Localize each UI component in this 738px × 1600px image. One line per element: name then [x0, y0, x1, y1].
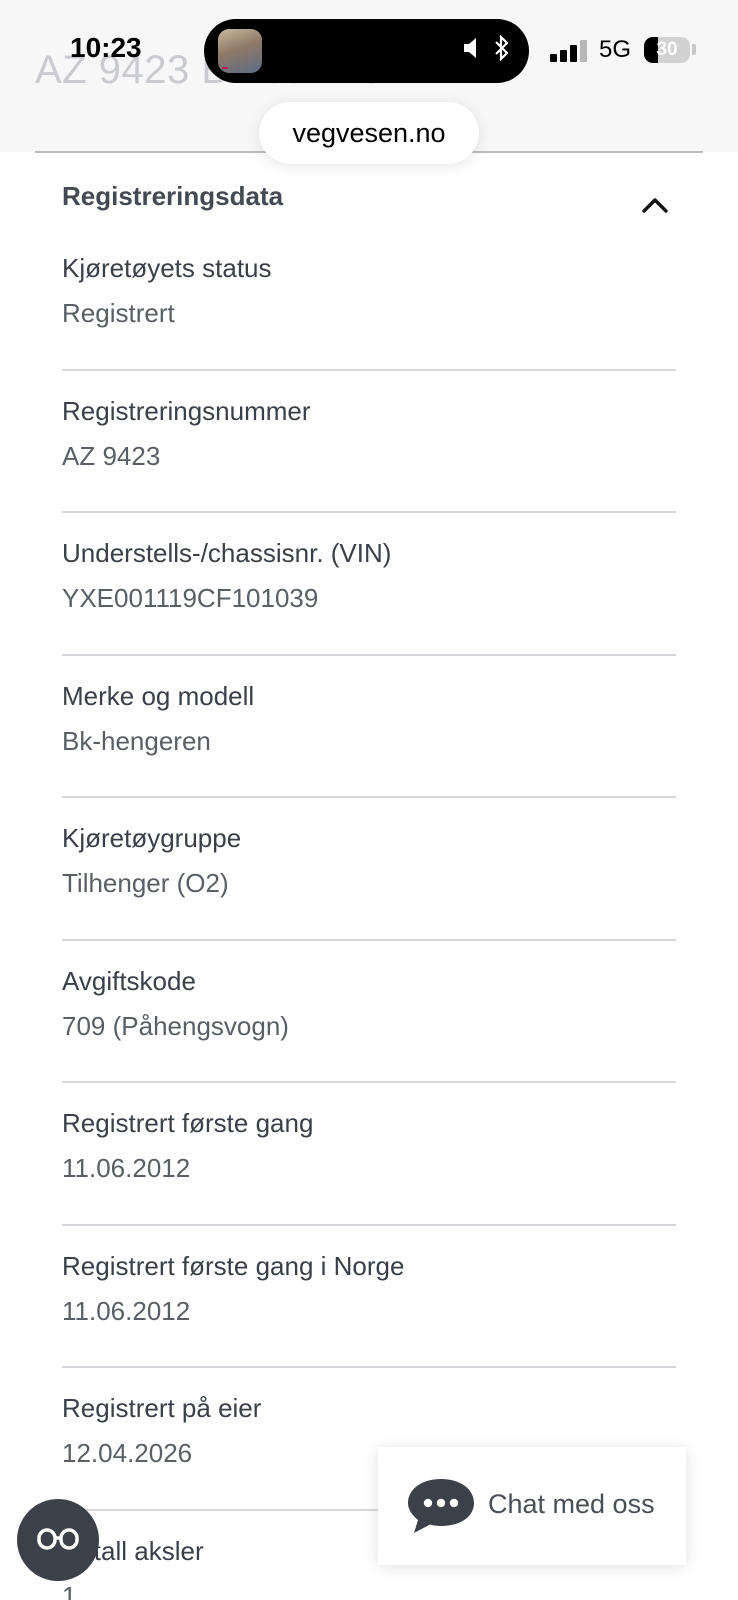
- list-item: Avgiftskode 709 (Påhengsvogn): [62, 941, 676, 1083]
- list-item: Registrert første gang 11.06.2012: [62, 1083, 676, 1226]
- list-item: Registreringsnummer AZ 9423: [62, 371, 676, 513]
- cellular-signal-icon: [550, 40, 588, 62]
- field-label: Registrert første gang: [62, 1108, 314, 1138]
- field-label: Kjøretøygruppe: [62, 823, 242, 853]
- field-value: Registrert: [62, 298, 175, 328]
- field-value: 709 (Påhengsvogn): [62, 1010, 289, 1041]
- battery-icon: 30: [644, 37, 690, 63]
- field-value: 11.06.2012: [62, 1295, 191, 1326]
- field-label: Avgiftskode: [62, 965, 196, 996]
- status-time: 10:23: [70, 32, 142, 63]
- field-label: Merke og modell: [62, 680, 255, 711]
- field-label: Registrert på eier: [62, 1393, 262, 1423]
- now-playing-app-icon: [218, 29, 262, 73]
- list-item: Merke og modell Bk-hengeren: [62, 656, 676, 798]
- speaker-icon: [463, 38, 476, 58]
- url-bar[interactable]: vegvesen.no: [259, 102, 479, 164]
- dynamic-island[interactable]: [204, 19, 529, 83]
- bluetooth-icon: [495, 34, 509, 62]
- field-value: AZ 9423: [62, 440, 161, 471]
- list-item: Kjøretøygruppe Tilhenger (O2): [62, 798, 676, 941]
- reader-glasses-icon: [37, 1528, 79, 1550]
- reader-mode-button[interactable]: [17, 1499, 99, 1581]
- battery-tip: [692, 44, 696, 55]
- section-title: Registreringsdata: [62, 181, 284, 211]
- field-value: 1: [62, 1580, 77, 1600]
- registration-data-list: Kjøretøyets status Registrert Registreri…: [62, 228, 676, 1600]
- chevron-up-icon[interactable]: [641, 191, 669, 219]
- chat-button[interactable]: Chat med oss: [378, 1447, 686, 1565]
- chat-bubble-icon: [408, 1479, 474, 1533]
- battery-percent: 30: [656, 39, 678, 60]
- island-status-icons: [462, 34, 511, 68]
- network-type: 5G: [599, 36, 632, 63]
- field-label: Registreringsnummer: [62, 395, 311, 426]
- field-value: YXE001119CF101039: [62, 583, 319, 613]
- list-item: Understells-/chassisnr. (VIN) YXE001119C…: [62, 513, 676, 656]
- app-badge-icon: [222, 67, 228, 69]
- section-registreringsdata-header[interactable]: Registreringsdata: [62, 181, 677, 223]
- list-item: Registrert første gang i Norge 11.06.201…: [62, 1226, 676, 1368]
- field-label: Registrert første gang i Norge: [62, 1250, 405, 1281]
- field-value: Tilhenger (O2): [62, 868, 229, 898]
- field-label: Understells-/chassisnr. (VIN): [62, 538, 392, 568]
- field-value: 11.06.2012: [62, 1153, 191, 1183]
- url-text: vegvesen.no: [292, 117, 446, 148]
- field-label: Kjøretøyets status: [62, 253, 272, 283]
- chat-label: Chat med oss: [488, 1489, 655, 1519]
- field-value: Bk-hengeren: [62, 725, 211, 756]
- list-item: Kjøretøyets status Registrert: [62, 228, 676, 371]
